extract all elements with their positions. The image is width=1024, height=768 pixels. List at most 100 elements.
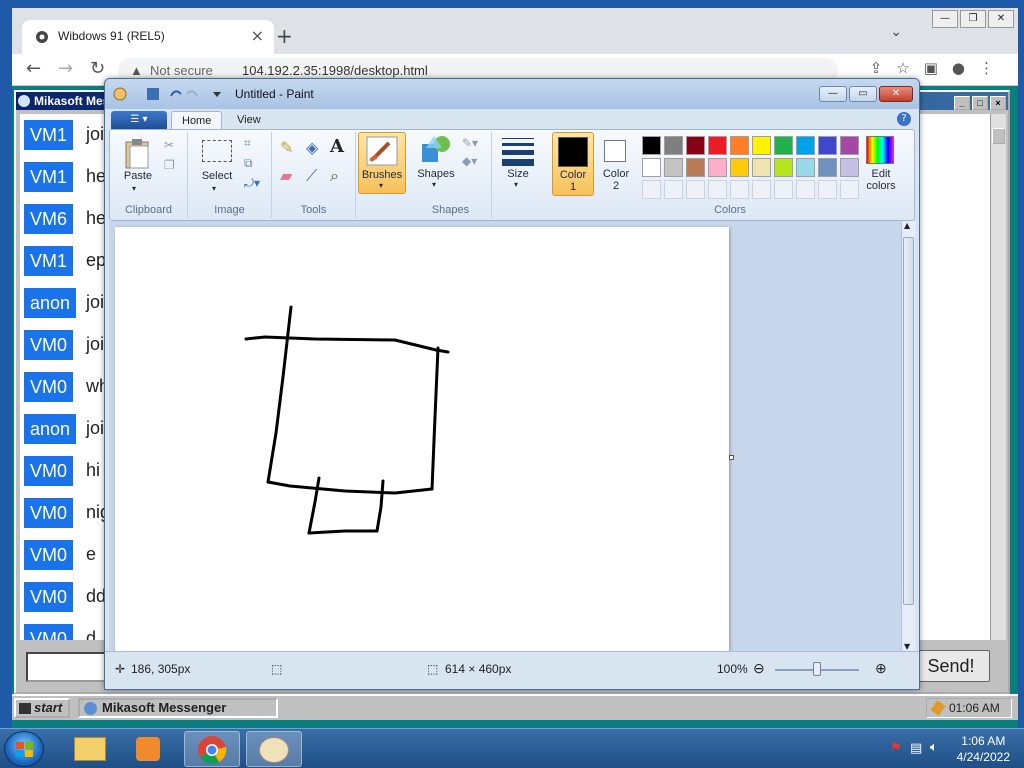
resize-icon[interactable]: ⧉ [244,156,253,171]
message-scrollbar[interactable] [990,114,1006,640]
zoom-slider[interactable] [775,662,859,676]
palette-swatch[interactable] [664,158,683,177]
minimize-icon[interactable]: — [932,10,958,28]
explorer-task[interactable] [62,731,118,767]
menu-icon[interactable]: ⋮ [979,59,1008,77]
close-icon[interactable]: ✕ [879,86,913,102]
palette-swatch[interactable] [796,180,815,199]
host-start-button[interactable] [4,731,44,767]
chrome-task[interactable] [184,731,240,767]
palette-swatch[interactable] [818,136,837,155]
edit-colors-button[interactable]: Edit colors [858,132,904,196]
palette-swatch[interactable] [708,136,727,155]
forward-icon[interactable]: → [58,58,73,79]
help-icon[interactable]: ? [897,112,911,126]
reload-icon[interactable]: ↻ [90,58,105,79]
fill-shape-icon[interactable]: ◆▾ [462,154,477,168]
palette-swatch[interactable] [686,158,705,177]
paste-button[interactable]: Paste [116,170,160,182]
brushes-button[interactable]: Brushes ▾ [358,132,406,194]
palette-swatch[interactable] [686,136,705,155]
copy-icon[interactable]: ❐ [164,158,175,172]
size-button[interactable]: Size [496,168,540,180]
palette-swatch[interactable] [642,136,661,155]
drawing-canvas[interactable] [115,227,734,657]
scroll-thumb[interactable] [992,128,1005,144]
palette-swatch[interactable] [730,136,749,155]
restore-icon[interactable]: ❐ [960,10,986,28]
close-icon[interactable]: ✕ [988,10,1014,28]
palette-swatch[interactable] [774,180,793,199]
maximize-icon[interactable]: ▭ [849,86,877,102]
chevron-down-icon[interactable]: ▼ [904,642,910,651]
zoom-in-icon[interactable]: ⊕ [875,660,887,677]
star-icon[interactable]: ☆ [896,59,923,77]
minimize-icon[interactable]: _ [954,96,970,110]
palette-swatch[interactable] [840,158,859,177]
palette-swatch[interactable] [774,158,793,177]
palette-swatch[interactable] [686,180,705,199]
profile-icon[interactable]: ● [952,59,979,77]
palette-swatch[interactable] [840,136,859,155]
volume-icon[interactable]: 🔈︎ [930,740,938,755]
tab-close-icon[interactable]: × [251,26,264,45]
palette-swatch[interactable] [752,136,771,155]
tab-list-icon[interactable]: ⌄ [890,24,902,40]
palette-swatch[interactable] [642,158,661,177]
zoom-slider-knob[interactable] [813,662,821,676]
palette-swatch[interactable] [796,136,815,155]
palette-swatch[interactable] [752,158,771,177]
palette-swatch[interactable] [818,180,837,199]
browser-tab[interactable]: Wibdows 91 (REL5) × [22,20,274,54]
palette-swatch[interactable] [708,158,727,177]
eraser-icon[interactable]: ▰ [280,166,292,185]
fill-icon[interactable]: ◈ [306,138,318,157]
rotate-icon[interactable]: ⤾▾ [244,176,260,191]
canvas-scrollbar[interactable]: ▲ ▼ [901,221,915,651]
outline-icon[interactable]: ✎▾ [462,136,478,150]
back-icon[interactable]: ← [26,58,41,79]
w91-start-button[interactable]: start [14,698,70,718]
send-button[interactable]: Send! [912,650,990,682]
palette-swatch[interactable] [730,158,749,177]
share-icon[interactable]: ⇪ [870,59,897,77]
magnifier-icon[interactable]: ⌕ [330,166,339,186]
color-picker-icon[interactable]: ⟋ [306,166,317,186]
color2-button[interactable]: Color 2 [598,132,634,196]
network-icon[interactable]: ▤ [910,741,922,756]
text-icon[interactable]: A [330,136,344,157]
media-player-task[interactable] [122,731,178,767]
palette-swatch[interactable] [730,180,749,199]
resize-handle[interactable] [729,455,734,460]
tab-home[interactable]: Home [171,111,223,129]
palette-swatch[interactable] [818,158,837,177]
minimize-icon[interactable]: — [819,86,847,102]
palette-swatch[interactable] [752,180,771,199]
host-clock[interactable]: 1:06 AM 4/24/2022 [957,733,1010,765]
close-icon[interactable]: × [990,96,1006,110]
palette-swatch[interactable] [796,158,815,177]
shapes-button[interactable]: Shapes [414,168,458,180]
palette-swatch[interactable] [774,136,793,155]
w91-task-messenger[interactable]: Mikasoft Messenger [78,698,278,718]
chevron-up-icon[interactable]: ▲ [904,221,910,230]
paint-task[interactable] [246,731,302,767]
pencil-icon[interactable]: ✎ [280,138,293,157]
action-center-icon[interactable]: ⚑ [890,741,902,756]
tab-view[interactable]: View [227,111,271,129]
palette-swatch[interactable] [708,180,727,199]
side-panel-icon[interactable]: ▣ [924,59,952,77]
palette-swatch[interactable] [664,180,683,199]
palette-swatch[interactable] [642,180,661,199]
palette-swatch[interactable] [664,136,683,155]
palette-swatch[interactable] [840,180,859,199]
scroll-thumb[interactable] [903,237,914,605]
crop-icon[interactable]: ⌗ [244,136,251,151]
quick-access-toolbar[interactable] [113,86,223,102]
select-button[interactable]: Select [196,170,238,182]
new-tab-button[interactable]: + [276,24,293,48]
zoom-out-icon[interactable]: ⊖ [753,660,765,677]
maximize-icon[interactable]: □ [972,96,988,110]
cut-icon[interactable]: ✂ [164,138,174,152]
color1-button[interactable]: Color 1 [552,132,594,196]
